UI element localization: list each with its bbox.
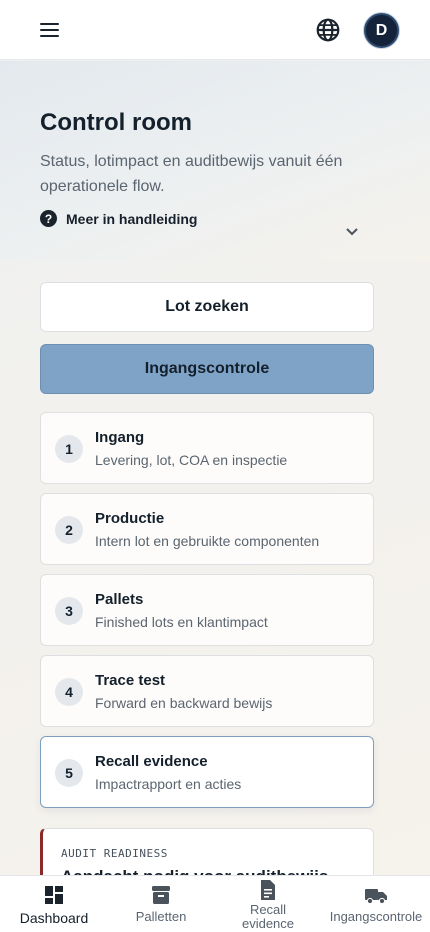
nav-ingangscontrole[interactable]: Ingangscontrole	[326, 876, 426, 932]
help-icon: ?	[40, 210, 57, 227]
step-number: 1	[55, 435, 83, 463]
step-number: 3	[55, 597, 83, 625]
globe-icon[interactable]	[315, 17, 341, 43]
step-title: Pallets	[95, 591, 144, 608]
step-card-trace-test[interactable]: 4 Trace test Forward en backward bewijs	[40, 655, 374, 727]
inbound-control-button[interactable]: Ingangscontrole	[40, 344, 374, 394]
step-card-productie[interactable]: 2 Productie Intern lot en gebruikte comp…	[40, 493, 374, 565]
step-description: Levering, lot, COA en inspectie	[95, 452, 288, 468]
audit-readiness-label: AUDIT READINESS	[61, 847, 168, 860]
step-number: 2	[55, 516, 83, 544]
step-title: Recall evidence	[95, 753, 208, 770]
nav-label: Dashboard	[19, 910, 89, 926]
nav-palletten[interactable]: Palletten	[116, 876, 206, 932]
step-description: Impactrapport en acties	[95, 776, 242, 792]
document-icon	[261, 880, 275, 900]
avatar[interactable]: D	[364, 13, 399, 48]
manual-link[interactable]: ? Meer in handleiding	[40, 210, 197, 227]
nav-label: Palletten	[135, 909, 187, 924]
step-card-recall-evidence[interactable]: 5 Recall evidence Impactrapport en actie…	[40, 736, 374, 808]
page-subtitle: Status, lotimpact en auditbewijs vanuit …	[40, 153, 343, 195]
chevron-down-icon[interactable]	[342, 224, 362, 240]
step-title: Ingang	[95, 429, 145, 446]
page-title: Control room	[40, 109, 192, 136]
step-title: Productie	[95, 510, 165, 527]
top-bar: D	[0, 0, 430, 60]
lot-search-button[interactable]: Lot zoeken	[40, 282, 374, 332]
nav-label: Recall	[249, 902, 287, 917]
step-card-ingang[interactable]: 1 Ingang Levering, lot, COA en inspectie	[40, 412, 374, 484]
archive-box-icon	[152, 886, 170, 904]
hamburger-menu-icon[interactable]	[36, 18, 64, 42]
step-description: Finished lots en klantimpact	[95, 614, 268, 630]
nav-label-line2: evidence	[241, 916, 295, 931]
step-title: Trace test	[95, 672, 166, 689]
nav-dashboard[interactable]: Dashboard	[8, 876, 100, 932]
step-number: 4	[55, 678, 83, 706]
nav-recall-evidence[interactable]: Recall evidence	[222, 876, 314, 932]
step-description: Intern lot en gebruikte componenten	[95, 533, 320, 549]
dashboard-icon	[45, 886, 63, 904]
step-description: Forward en backward bewijs	[95, 695, 273, 711]
manual-link-label: Meer in handleiding	[66, 210, 198, 227]
nav-label: Ingangscontrole	[329, 909, 423, 924]
step-number: 5	[55, 759, 83, 787]
truck-icon	[365, 889, 387, 905]
bottom-navigation: Dashboard Palletten Recall evidence Inga…	[0, 875, 430, 932]
step-card-pallets[interactable]: 3 Pallets Finished lots en klantimpact	[40, 574, 374, 646]
